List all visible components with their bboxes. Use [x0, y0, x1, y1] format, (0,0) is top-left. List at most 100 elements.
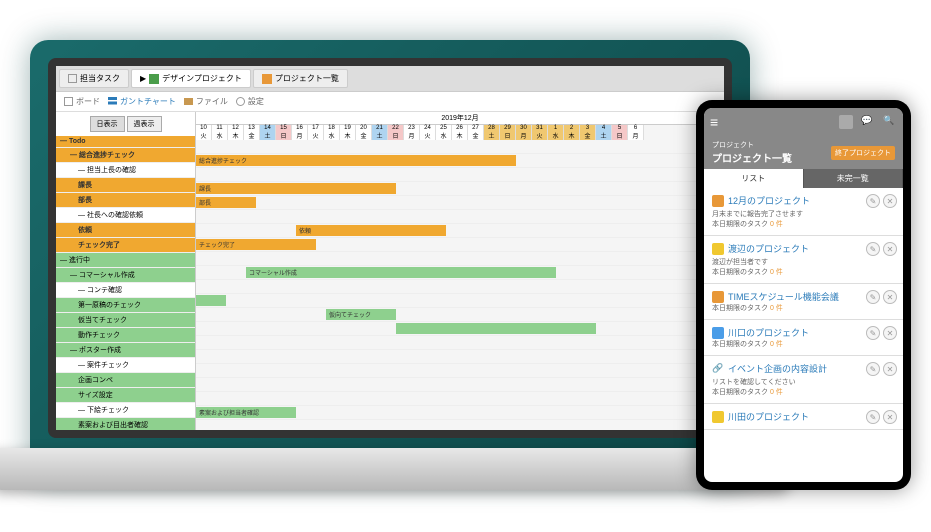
- gantt-bar[interactable]: 総合進捗チェック: [196, 155, 516, 166]
- gantt-row: チェック完了: [196, 238, 724, 252]
- gantt-bar[interactable]: [396, 323, 596, 334]
- project-list-item[interactable]: 12月のプロジェクト月末までに報告完了させます本日期限のタスク 0 件✎✕: [704, 188, 903, 236]
- task-item[interactable]: — Todo: [56, 136, 195, 148]
- item-buttons: ✎✕: [866, 194, 897, 208]
- edit-button[interactable]: ✎: [866, 194, 880, 208]
- weekday-cell: 土: [260, 131, 276, 140]
- task-item[interactable]: 課長: [56, 178, 195, 193]
- project-task-count: 本日期限のタスク 0 件: [712, 339, 895, 349]
- gantt-row: [196, 210, 724, 224]
- subtab-gantt[interactable]: ガントチャート: [108, 96, 176, 107]
- tablet-project-list[interactable]: 12月のプロジェクト月末までに報告完了させます本日期限のタスク 0 件✎✕渡辺の…: [704, 188, 903, 472]
- task-item[interactable]: 部長: [56, 193, 195, 208]
- tablet-title: プロジェクト一覧: [712, 154, 792, 165]
- subtab-file[interactable]: ファイル: [184, 96, 228, 107]
- gantt-bar[interactable]: コマーシャル作成: [246, 267, 556, 278]
- month-label: 2019年12月: [196, 112, 724, 125]
- search-icon[interactable]: 🔍: [883, 115, 897, 129]
- task-item[interactable]: 動作チェック: [56, 328, 195, 343]
- subtab-gantt-label: ガントチャート: [120, 96, 176, 107]
- task-item[interactable]: 依頼: [56, 223, 195, 238]
- weekday-cell: 日: [500, 131, 516, 140]
- task-item[interactable]: 第一原稿のチェック: [56, 298, 195, 313]
- tab-assigned[interactable]: 担当タスク: [59, 69, 129, 88]
- folder-icon: [184, 98, 193, 105]
- board-icon: [64, 97, 73, 106]
- task-item[interactable]: — ポスター作成: [56, 343, 195, 358]
- chat-icon[interactable]: 💬: [861, 115, 875, 129]
- project-icon: [712, 291, 724, 303]
- edit-button[interactable]: ✎: [866, 290, 880, 304]
- gantt-bar[interactable]: チェック完了: [196, 239, 316, 250]
- task-item[interactable]: 仮当てチェック: [56, 313, 195, 328]
- checkbox-icon: [68, 74, 77, 83]
- task-item[interactable]: — コマーシャル作成: [56, 268, 195, 283]
- gantt-bar[interactable]: 依頼: [296, 225, 446, 236]
- weekday-cell: 土: [372, 131, 388, 140]
- project-list-item[interactable]: 🔗イベント企画の内容設計リストを確認してください本日期限のタスク 0 件✎✕: [704, 356, 903, 404]
- item-buttons: ✎✕: [866, 290, 897, 304]
- close-button[interactable]: ✕: [883, 194, 897, 208]
- gantt-area: 日表示 週表示 — Todo— 総合進捗チェック— 担当上長の確認課長部長— 社…: [56, 112, 724, 430]
- subtab-settings[interactable]: 設定: [236, 96, 264, 107]
- project-label: プロジェクト: [712, 140, 792, 150]
- user-icon[interactable]: [839, 115, 853, 129]
- gantt-bar[interactable]: 部長: [196, 197, 256, 208]
- subtab-board[interactable]: ボード: [64, 96, 100, 107]
- finished-badge[interactable]: 終了プロジェクト: [831, 146, 895, 160]
- weekday-cell: 水: [548, 131, 564, 140]
- task-item[interactable]: 素案および目出者確認: [56, 418, 195, 430]
- task-item[interactable]: — 進行中: [56, 253, 195, 268]
- task-column: 日表示 週表示 — Todo— 総合進捗チェック— 担当上長の確認課長部長— 社…: [56, 112, 196, 430]
- edit-button[interactable]: ✎: [866, 362, 880, 376]
- day-view-button[interactable]: 日表示: [90, 116, 125, 132]
- task-item[interactable]: — 社長への確認依頼: [56, 208, 195, 223]
- project-icon: [712, 243, 724, 255]
- close-button[interactable]: ✕: [883, 242, 897, 256]
- task-item[interactable]: 企画コンペ: [56, 373, 195, 388]
- weekday-cell: 水: [212, 131, 228, 140]
- weekday-cell: 木: [564, 131, 580, 140]
- gantt-bar[interactable]: 素案および担当者確認: [196, 407, 296, 418]
- project-list-item[interactable]: TIMEスケジュール機能会議本日期限のタスク 0 件✎✕: [704, 284, 903, 320]
- gantt-row: [196, 140, 724, 154]
- project-task-count: 本日期限のタスク 0 件: [712, 303, 895, 313]
- task-item[interactable]: チェック完了: [56, 238, 195, 253]
- tablet-tab-list[interactable]: リスト: [704, 169, 804, 188]
- task-item[interactable]: サイズ設定: [56, 388, 195, 403]
- project-list-item[interactable]: 川田のプロジェクト✎✕: [704, 404, 903, 430]
- project-list-item[interactable]: 川口のプロジェクト本日期限のタスク 0 件✎✕: [704, 320, 903, 356]
- task-item[interactable]: — 担当上長の確認: [56, 163, 195, 178]
- task-item[interactable]: — 総合進捗チェック: [56, 148, 195, 163]
- task-item[interactable]: — 案件チェック: [56, 358, 195, 373]
- task-list: — Todo— 総合進捗チェック— 担当上長の確認課長部長— 社長への確認依頼依…: [56, 136, 195, 430]
- gantt-row: [196, 322, 724, 336]
- project-list-item[interactable]: 渡辺のプロジェクト渡辺が担当者です本日期限のタスク 0 件✎✕: [704, 236, 903, 284]
- close-button[interactable]: ✕: [883, 410, 897, 424]
- close-button[interactable]: ✕: [883, 362, 897, 376]
- tab-list[interactable]: プロジェクト一覧: [253, 69, 348, 88]
- task-item[interactable]: — コンテ確認: [56, 283, 195, 298]
- weekday-cell: 土: [484, 131, 500, 140]
- tab-project-label: デザインプロジェクト: [162, 73, 242, 84]
- view-buttons: 日表示 週表示: [56, 112, 195, 136]
- tablet-tab-unread[interactable]: 未完一覧: [804, 169, 904, 188]
- close-button[interactable]: ✕: [883, 290, 897, 304]
- weekday-cell: 金: [580, 131, 596, 140]
- gantt-bar[interactable]: 仮向てチェック: [326, 309, 396, 320]
- edit-button[interactable]: ✎: [866, 410, 880, 424]
- gantt-row: [196, 168, 724, 182]
- project-desc: 渡辺が担当者です: [712, 257, 895, 267]
- menu-icon[interactable]: ≡: [710, 114, 718, 130]
- weekday-row: 火水木金土日月火水木金土日月火水木金土日月火水木金土日月: [196, 131, 724, 140]
- tab-project[interactable]: ▶デザインプロジェクト: [131, 69, 251, 88]
- gantt-bar[interactable]: [196, 295, 226, 306]
- task-item[interactable]: — 下絵チェック: [56, 403, 195, 418]
- weekday-cell: 日: [276, 131, 292, 140]
- gantt-bar[interactable]: 課長: [196, 183, 396, 194]
- week-view-button[interactable]: 週表示: [127, 116, 162, 132]
- edit-button[interactable]: ✎: [866, 326, 880, 340]
- edit-button[interactable]: ✎: [866, 242, 880, 256]
- close-button[interactable]: ✕: [883, 326, 897, 340]
- weekday-cell: 水: [436, 131, 452, 140]
